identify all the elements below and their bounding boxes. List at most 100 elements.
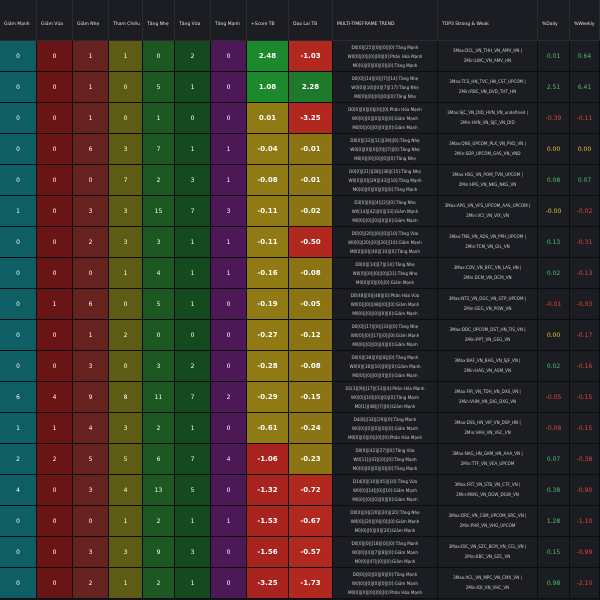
top3-line: 2Min:TTF_VN_VEA_UPCOM <box>460 461 515 466</box>
header-giam-nhe[interactable]: Giảm Nhẹ <box>73 0 109 40</box>
trend-line: W0[0]|[20]|[0]|[0]|[0]:Giảm Mạnh <box>350 518 420 524</box>
header-giam-manh[interactable]: Giảm Mạnh <box>0 0 37 40</box>
top3-line: 3Max:NT2_VN_DGC_VN_GTP_UPCOM | <box>448 296 527 301</box>
score-tb-value: -1.06 <box>247 444 289 474</box>
weekly-pct: -1.10 <box>570 506 600 536</box>
tham-chieu-count: 1 <box>109 41 143 71</box>
top3-line: 3Max:ACL_VN_MPC_VN_CMX_VN | <box>453 575 522 580</box>
tham-chieu-count: 3 <box>109 413 143 443</box>
trend-line: D0[0]|[0]|[20]|[20]|[20]:Tăng Nhẹ <box>350 509 420 515</box>
table-row[interactable]: 0 0 3 3 9 3 0 -1.56 -0.57 D0[0]|[0]|[18]|[0]|[0]:… <box>0 537 600 568</box>
trend-line: M0[0]|[0]|[0]|[0]|[0]:Giảm Mạnh <box>352 310 418 316</box>
giam-vua-count: 0 <box>37 506 73 536</box>
table-row[interactable]: 4 0 3 4 13 5 0 -1.32 -0.72 D14[0]|[10]|[45]|[10]:… <box>0 475 600 506</box>
top3-line: 2Min:LWC_VN_AMV_HN <box>463 58 512 63</box>
table-row[interactable]: 0 0 2 1 2 1 0 -3.25 -1.73 D0[0]|[0]|[0]|[0]|[0]:T… <box>0 568 600 599</box>
trend-line: W0[14]|[42]|[0]|[33]:Giảm Mạnh <box>351 208 419 214</box>
table-row[interactable]: 0 0 1 2 0 0 0 -0.27 -0.12 D0[0]|[17]|[0]|[33]|[0]… <box>0 320 600 351</box>
weekly-pct: -0.02 <box>570 196 600 226</box>
trend-line: M0[0]|[0]|[0]|[0]|[0]:Tăng Nhẹ <box>354 93 416 99</box>
tang-vua-count: 1 <box>175 413 211 443</box>
tham-chieu-count: 0 <box>109 72 143 102</box>
tang-vua-count: 1 <box>175 506 211 536</box>
table-row[interactable]: 0 0 1 0 1 0 0 0.01 -3.25 D0[0]|[0]|[0]|[0]|[0]:Ph… <box>0 103 600 134</box>
table-row[interactable]: 0 0 0 1 4 1 1 -0.16 -0.08 D0[0]|[14]|[7]|[14]:Tăn… <box>0 258 600 289</box>
table-row[interactable]: 0 0 2 3 3 1 1 -0.11 -0.50 D0[0]|[20]|[0]|[0]|[10]… <box>0 227 600 258</box>
trend-line: D0[0]|[25]|[0]|[0]|[0]:Tăng Mạnh <box>351 44 419 50</box>
giam-vua-count: 0 <box>37 227 73 257</box>
top3-line: 3Max:DSS_HN_VIP_VN_DSP_HN | <box>454 420 521 425</box>
giam-manh-count: 0 <box>0 165 37 195</box>
daily-pct: 1.28 <box>538 506 570 536</box>
multi-timeframe-trend-cell: D0[0]|[0]|[20]|[20]|[20]:Tăng Nhẹ W0[0]|[… <box>333 506 438 536</box>
header-multi-timeframe-trend[interactable]: MULTI-TIMEFRAME TREND <box>333 0 438 40</box>
dao-lai-tb-value: -1.03 <box>289 41 333 71</box>
top3-strong-weak-cell: 3Max:TNS_VN_ADS_VN_PPH_UPCOM | 2Min:TCM_V… <box>438 227 538 257</box>
table-row[interactable]: 0 0 0 1 2 1 1 -1.53 -0.67 D0[0]|[0]|[20]|[20]|[20… <box>0 506 600 537</box>
table-row[interactable]: 1 0 3 3 15 7 3 -0.11 -0.02 D3[0]|[6]|[4]|[2]|[0]:… <box>0 196 600 227</box>
tang-vua-count: 7 <box>175 196 211 226</box>
table-row[interactable]: 0 1 6 0 5 1 0 -0.19 -0.05 D0[48]|[0]|[48]|[0]:Phâ… <box>0 289 600 320</box>
header-weekly[interactable]: %Weekly <box>570 0 600 40</box>
table-row[interactable]: 0 0 1 0 5 1 0 1.08 2.28 D0[0]|[14]|[0]|[7]|[14]:T… <box>0 72 600 103</box>
weekly-pct: -0.13 <box>570 258 600 288</box>
score-tb-value: -0.61 <box>247 413 289 443</box>
top3-line: 2Min:IDI_VN_VHC_VN <box>465 585 510 590</box>
dao-lai-tb-value: -0.02 <box>289 196 333 226</box>
tang-nhe-count: 3 <box>143 227 175 257</box>
table-row[interactable]: 0 0 3 0 3 2 0 -0.28 -0.08 D0[0]|[38]|[0]|[8]|[0]:… <box>0 351 600 382</box>
weekly-pct: -0.11 <box>570 103 600 133</box>
dao-lai-tb-value: 2.28 <box>289 72 333 102</box>
top3-line: 2Min:KBC_VN_SZC_VN <box>464 554 511 559</box>
table-row[interactable]: 0 0 1 1 0 2 0 2.48 -1.03 D0[0]|[25]|[0]|[0]|[0]:T… <box>0 41 600 72</box>
header-top3-strong-weak[interactable]: TOP3 Strong & Weak <box>438 0 538 40</box>
trend-line: D0[0]|[21]|[28]|[36]|[15]:Tăng Nhẹ <box>349 168 421 174</box>
header-dao-lai-tb[interactable]: Dao Lai TB <box>289 0 333 40</box>
daily-pct: -0.08 <box>538 413 570 443</box>
giam-nhe-count: 3 <box>73 351 109 381</box>
table-row[interactable]: 1 1 4 3 2 1 0 -0.61 -0.24 D4[8]|[33]|[29]|[0]:Tăn… <box>0 413 600 444</box>
score-tb-value: -3.25 <box>247 568 289 598</box>
trend-line: M0[0]|[0]|[0]|[0]|[0]:Phân Hóa Mạnh <box>347 589 423 595</box>
trend-line: W0[0]|[0]|[0]|[0]|[0]:Phân Hóa Mạnh <box>347 53 423 59</box>
header-tang-vua[interactable]: Tăng Vừa <box>175 0 211 40</box>
giam-vua-count: 0 <box>37 134 73 164</box>
table-row[interactable]: 0 0 0 7 2 3 1 -0.08 -0.01 D0[0]|[21]|[28]|[36]|[1… <box>0 165 600 196</box>
giam-nhe-count: 1 <box>73 72 109 102</box>
header-tham-chieu[interactable]: Tham Chiếu <box>109 0 143 40</box>
tham-chieu-count: 7 <box>109 165 143 195</box>
header-giam-vua[interactable]: Giảm Vừa <box>37 0 73 40</box>
tang-manh-count: 0 <box>211 351 247 381</box>
header-score-tb[interactable]: +Score TB <box>247 0 289 40</box>
weekly-pct: -0.99 <box>570 537 600 567</box>
top3-line: 3Max:DDC_UPCOM_DST_HN_TIS_VN | <box>449 327 526 332</box>
header-tang-manh[interactable]: Tăng Mạnh <box>211 0 247 40</box>
trend-line: W0[0]|[0]|[48]|[0]|[0]:Giảm Mạnh <box>350 301 420 307</box>
tang-vua-count: 0 <box>175 320 211 350</box>
giam-vua-count: 4 <box>37 382 73 412</box>
trend-line: M0[0]|[0]|[0]|[0]|[0]:Phân Hóa Mạnh <box>347 434 423 440</box>
header-tang-nhe[interactable]: Tăng Nhẹ <box>143 0 175 40</box>
giam-nhe-count: 3 <box>73 475 109 505</box>
dao-lai-tb-value: -1.73 <box>289 568 333 598</box>
weekly-pct: 0.64 <box>570 41 600 71</box>
top3-line: 3Max:QNS_UPCOM_PLX_VN_PVD_VN | <box>448 141 527 146</box>
trend-line: W0[0]|[14]|[0]|[10]:Giảm Mạnh <box>353 487 417 493</box>
trend-line: D0[0]|[14]|[0]|[7]|[14]:Tăng Nhẹ <box>351 75 419 81</box>
top3-strong-weak-cell: 3Max:QNS_UPCOM_PLX_VN_PVD_VN | 2Min:SDP_U… <box>438 134 538 164</box>
table-row[interactable]: 2 2 5 5 6 7 4 -1.06 -0.23 D0[0]|[42]|[27]|[0]:Tăn… <box>0 444 600 475</box>
trend-line: D4[8]|[33]|[29]|[0]:Tăng Mạnh <box>353 416 417 422</box>
tham-chieu-count: 3 <box>109 227 143 257</box>
table-row[interactable]: 6 4 9 8 11 7 2 -0.29 -0.15 D1[3]|[9]|[17]|[13]|[4… <box>0 382 600 413</box>
giam-manh-count: 0 <box>0 227 37 257</box>
top3-line: 3Max:FRT_VN_STB_VN_CTF_VN | <box>454 482 521 487</box>
giam-manh-count: 0 <box>0 351 37 381</box>
multi-timeframe-trend-cell: D0[0]|[17]|[0]|[33]|[0]:Tăng Nhẹ W0[0]|[0… <box>333 320 438 350</box>
top3-strong-weak-cell: 3Max:NT2_VN_DGC_VN_GTP_UPCOM | 2Min:GEG_V… <box>438 289 538 319</box>
top3-line: 2Min:VHM_VN_DIG_DXG_VN <box>458 399 517 404</box>
top3-strong-weak-cell: 3Max:HSG_VN_POM_TVN_UPCOM | 2Min:HPG_VN_N… <box>438 165 538 195</box>
daily-pct: 0.15 <box>538 537 570 567</box>
tang-manh-count: 3 <box>211 196 247 226</box>
header-daily[interactable]: %Daily <box>538 0 570 40</box>
table-row[interactable]: 0 0 6 3 7 1 1 -0.04 -0.01 D0[0]|[33]|[11]|[39]|[6… <box>0 134 600 165</box>
